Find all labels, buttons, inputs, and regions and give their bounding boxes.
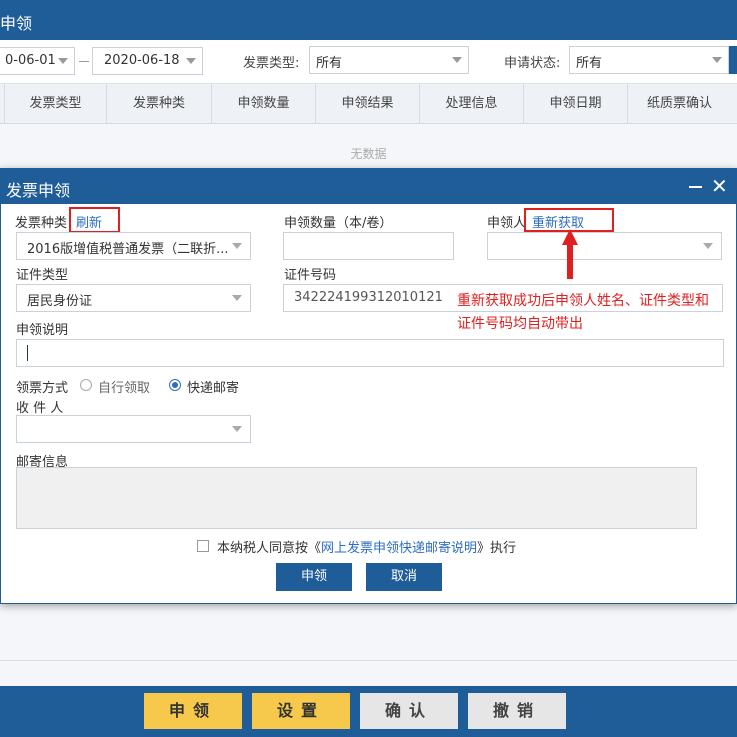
agree-prefix: 本纳税人同意按《 xyxy=(217,541,322,556)
invoice-type-value: 所有 xyxy=(316,56,343,71)
invoice-type-label: 发票类型: xyxy=(243,56,300,71)
annotation-line: 重新获取成功后申领人姓名、证件类型和 xyxy=(457,293,709,309)
invoice-kind-label: 发票种类 xyxy=(15,216,68,231)
dropdown-arrow-icon xyxy=(232,295,242,301)
quantity-input[interactable] xyxy=(283,232,454,260)
id-type-label: 证件类型 xyxy=(16,268,69,283)
pickup-method-label: 领票方式 xyxy=(16,381,69,396)
column-header[interactable]: 申领结果 xyxy=(315,84,419,124)
pickup-mail-label[interactable]: 快递邮寄 xyxy=(187,377,239,396)
quantity-label: 申领数量（本/卷） xyxy=(284,216,393,231)
agree-checkbox[interactable] xyxy=(197,540,209,552)
settings-button[interactable]: 设置 xyxy=(252,693,350,729)
bottom-action-bar: 申领 设置 确认 撤销 xyxy=(0,686,737,737)
annotation-text: 重新获取成功后申领人姓名、证件类型和 证件号码均自动带出 xyxy=(457,290,709,336)
applicant-label: 申领人 xyxy=(487,216,527,231)
divider xyxy=(0,660,737,661)
dialog-titlebar: 发票申领 ✕ xyxy=(1,169,736,204)
id-number-value: 342224199312010121 xyxy=(294,290,443,305)
pickup-self-label[interactable]: 自行领取 xyxy=(98,377,150,396)
column-header[interactable]: 发票类型 xyxy=(4,84,106,124)
invoice-kind-select[interactable]: 2016版增值税普通发票（二联折... xyxy=(16,232,251,260)
description-label: 申领说明 xyxy=(16,323,69,338)
text-caret xyxy=(27,345,28,361)
table-header: 发票类型 发票种类 申领数量 申领结果 处理信息 申领日期 纸质票确认 xyxy=(0,84,737,124)
revoke-button[interactable]: 撤销 xyxy=(468,693,566,729)
dropdown-arrow-icon xyxy=(712,57,722,63)
agreement-text: 本纳税人同意按《网上发票申领快递邮寄说明》执行 xyxy=(217,537,516,556)
dropdown-arrow-icon xyxy=(703,243,713,249)
cancel-button[interactable]: 取消 xyxy=(366,563,442,591)
mail-info-textarea[interactable] xyxy=(16,467,697,529)
column-header[interactable]: 申领日期 xyxy=(523,84,627,124)
date-range-separator xyxy=(79,61,89,62)
confirm-button[interactable]: 确认 xyxy=(360,693,458,729)
submit-button[interactable]: 申领 xyxy=(276,563,352,591)
dropdown-arrow-icon xyxy=(186,58,196,64)
search-button[interactable] xyxy=(729,46,737,74)
apply-button[interactable]: 申领 xyxy=(144,693,242,729)
column-header[interactable]: 申领数量 xyxy=(211,84,315,124)
highlight-box xyxy=(69,207,120,233)
id-type-value: 居民身份证 xyxy=(27,294,93,309)
pickup-mail-radio[interactable] xyxy=(169,379,181,391)
status-label: 申请状态: xyxy=(504,56,561,71)
column-header[interactable]: 发票种类 xyxy=(106,84,211,124)
column-header[interactable]: 纸质票确认 xyxy=(627,84,731,124)
date-to-picker[interactable]: 2020-06-18 xyxy=(92,47,203,75)
status-value: 所有 xyxy=(576,56,603,71)
date-from-picker[interactable]: 0-06-01 xyxy=(0,47,75,75)
annotation-line: 证件号码均自动带出 xyxy=(457,316,583,332)
recipient-label: 收 件 人 xyxy=(16,401,64,416)
dropdown-arrow-icon xyxy=(58,58,68,64)
empty-table-message: 无数据 xyxy=(350,147,387,161)
id-number-label: 证件号码 xyxy=(284,268,337,283)
pickup-self-radio[interactable] xyxy=(80,379,92,391)
invoice-kind-value: 2016版增值税普通发票（二联折... xyxy=(27,242,229,257)
close-icon[interactable]: ✕ xyxy=(711,175,728,197)
column-header[interactable]: 处理信息 xyxy=(419,84,523,124)
dropdown-arrow-icon xyxy=(232,243,242,249)
invoice-apply-dialog: 发票申领 ✕ 发票种类 刷新 2016版增值税普通发票（二联折... 申领数量（… xyxy=(0,168,737,604)
dialog-title: 发票申领 xyxy=(6,181,71,200)
date-to-value: 2020-06-18 xyxy=(104,53,180,68)
agree-suffix: 》执行 xyxy=(477,541,517,556)
mail-instructions-link[interactable]: 网上发票申领快递邮寄说明 xyxy=(321,541,477,556)
invoice-type-select[interactable]: 所有 xyxy=(309,46,469,74)
window-title: 申领 xyxy=(0,14,33,33)
dropdown-arrow-icon xyxy=(452,57,462,63)
id-type-select[interactable]: 居民身份证 xyxy=(16,284,251,312)
date-from-value: 0-06-01 xyxy=(5,53,56,68)
minimize-icon[interactable] xyxy=(689,186,702,188)
applicant-select[interactable] xyxy=(487,232,722,260)
dropdown-arrow-icon xyxy=(232,426,242,432)
description-input[interactable] xyxy=(16,339,724,367)
red-arrow-icon xyxy=(562,229,578,279)
window-titlebar: 申领 xyxy=(0,0,737,40)
status-select[interactable]: 所有 xyxy=(569,46,729,74)
recipient-select[interactable] xyxy=(16,415,251,443)
